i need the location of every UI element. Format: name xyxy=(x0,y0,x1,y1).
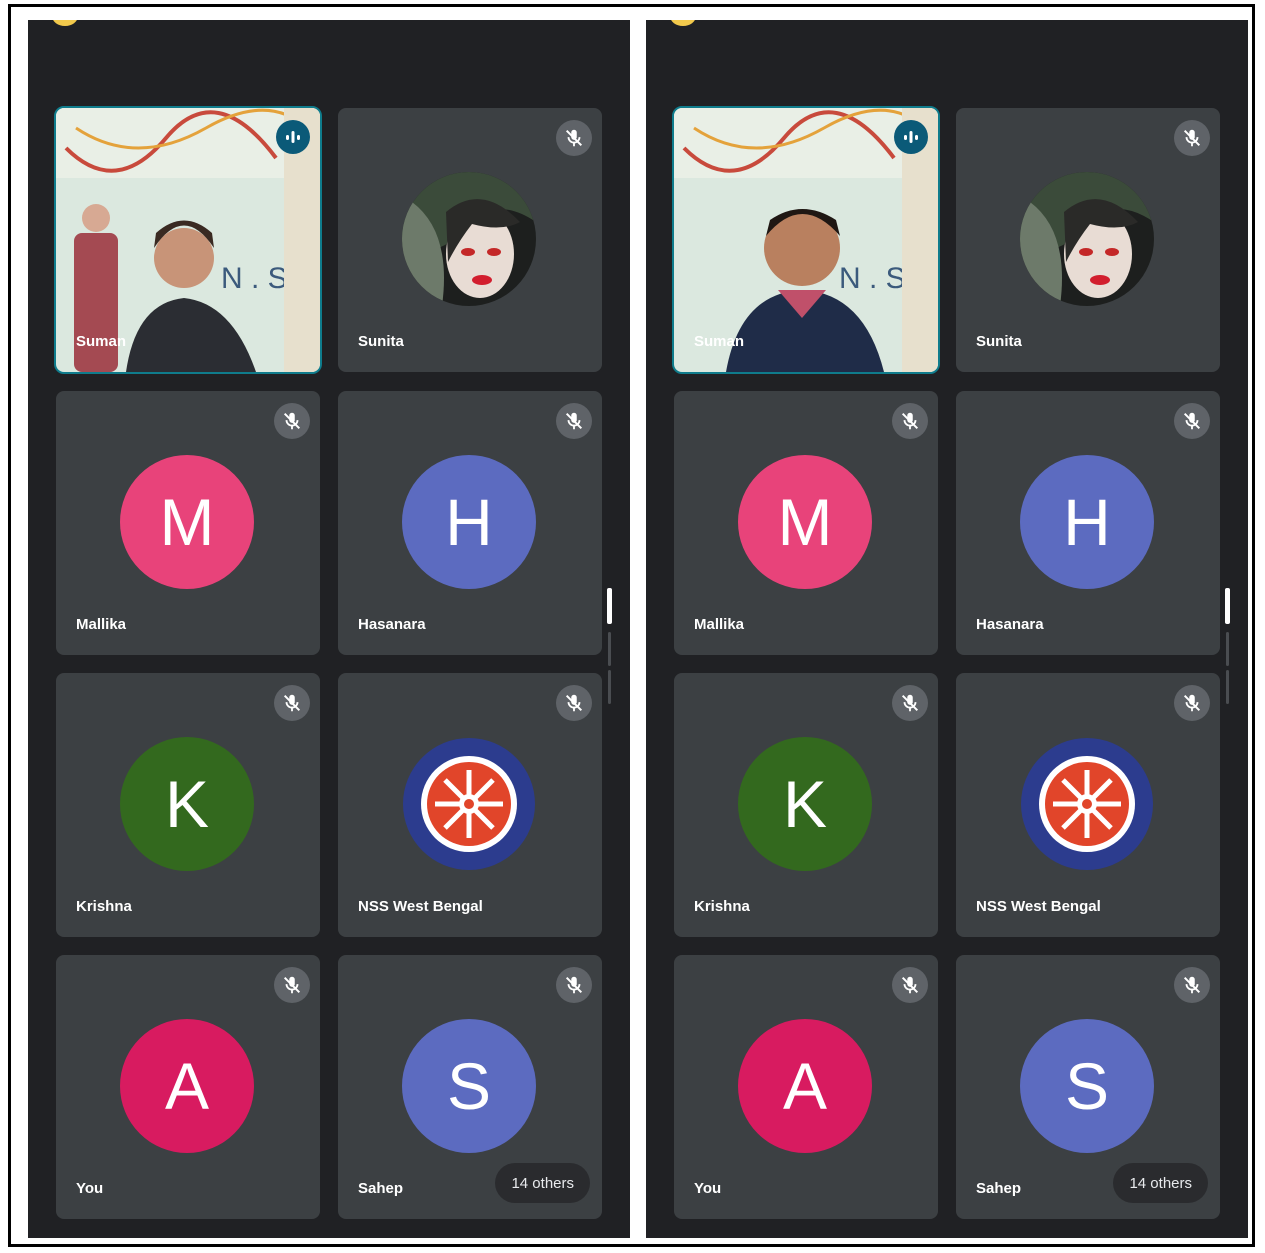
scrollbar-thumb[interactable] xyxy=(607,588,612,624)
avatar: K xyxy=(120,737,254,871)
svg-text:N . S: N . S xyxy=(221,262,288,295)
avatar: H xyxy=(402,455,536,589)
participant-name: Sunita xyxy=(976,333,1022,350)
participant-tile[interactable]: NSS West Bengal xyxy=(956,673,1220,937)
mic-off-icon xyxy=(1174,403,1210,439)
participant-name: NSS West Bengal xyxy=(976,898,1101,915)
avatar: A xyxy=(738,1019,872,1153)
participant-name: Sahep xyxy=(358,1180,404,1197)
participant-tile[interactable]: A You xyxy=(674,955,938,1219)
status-indicator-icon xyxy=(670,20,696,26)
meeting-grid-panel: N . S Suman Sunita M Mallika H Hasanara K Krishn… xyxy=(646,20,1248,1238)
participant-tile[interactable]: M Mallika xyxy=(56,391,320,655)
avatar xyxy=(1020,172,1154,306)
mic-off-icon xyxy=(274,403,310,439)
participant-tile[interactable]: A You xyxy=(56,955,320,1219)
avatar: M xyxy=(738,455,872,589)
participant-name: Sunita xyxy=(358,333,404,350)
nss-logo-avatar xyxy=(402,737,536,871)
mic-off-icon xyxy=(556,685,592,721)
others-button[interactable]: 14 others xyxy=(495,1163,590,1203)
status-indicator-icon xyxy=(52,20,78,26)
nss-logo-avatar xyxy=(1020,737,1154,871)
avatar: S xyxy=(402,1019,536,1153)
participant-name: Krishna xyxy=(76,898,132,915)
scrollbar-track xyxy=(608,670,611,704)
others-button[interactable]: 14 others xyxy=(1113,1163,1208,1203)
participant-tile[interactable]: S Sahep 14 others xyxy=(338,955,602,1219)
scrollbar-track xyxy=(1226,632,1229,666)
avatar: A xyxy=(120,1019,254,1153)
mic-off-icon xyxy=(274,685,310,721)
participant-tile[interactable]: NSS West Bengal xyxy=(338,673,602,937)
mic-off-icon xyxy=(1174,685,1210,721)
avatar: M xyxy=(120,455,254,589)
mic-off-icon xyxy=(892,967,928,1003)
mic-off-icon xyxy=(556,120,592,156)
mic-off-icon xyxy=(1174,120,1210,156)
avatar: S xyxy=(1020,1019,1154,1153)
participant-tile[interactable]: M Mallika xyxy=(674,391,938,655)
avatar: K xyxy=(738,737,872,871)
scrollbar-track xyxy=(1226,670,1229,704)
participant-tile[interactable]: Sunita xyxy=(956,108,1220,372)
participant-name: Mallika xyxy=(694,616,745,633)
participant-name: Krishna xyxy=(694,898,750,915)
participant-name: NSS West Bengal xyxy=(358,898,483,915)
participant-name: Suman xyxy=(76,333,127,350)
participant-tile[interactable]: K Krishna xyxy=(56,673,320,937)
avatar: H xyxy=(1020,455,1154,589)
audio-wave-icon xyxy=(894,120,928,154)
participant-tile[interactable]: Sunita xyxy=(338,108,602,372)
mic-off-icon xyxy=(556,403,592,439)
participant-name: You xyxy=(76,1180,104,1197)
participant-tile[interactable]: K Krishna xyxy=(674,673,938,937)
svg-text:N . S: N . S xyxy=(839,262,906,295)
participant-name: Sahep xyxy=(976,1180,1022,1197)
participant-name: Suman xyxy=(694,333,745,350)
participant-tile[interactable]: N . S Suman xyxy=(672,106,940,374)
mic-off-icon xyxy=(1174,967,1210,1003)
participant-name: Mallika xyxy=(76,616,127,633)
mic-off-icon xyxy=(892,403,928,439)
participant-tile[interactable]: H Hasanara xyxy=(956,391,1220,655)
meeting-grid-panel: N . S Suman Sunita M Mallika H Hasanara K Krishn… xyxy=(28,20,630,1238)
avatar xyxy=(402,172,536,306)
participant-tile[interactable]: S Sahep 14 others xyxy=(956,955,1220,1219)
mic-off-icon xyxy=(274,967,310,1003)
participant-tile[interactable]: N . S Suman xyxy=(54,106,322,374)
audio-wave-icon xyxy=(276,120,310,154)
participant-name: You xyxy=(694,1180,722,1197)
mic-off-icon xyxy=(556,967,592,1003)
scrollbar-thumb[interactable] xyxy=(1225,588,1230,624)
participant-tile[interactable]: H Hasanara xyxy=(338,391,602,655)
scrollbar-track xyxy=(608,632,611,666)
mic-off-icon xyxy=(892,685,928,721)
participant-name: Hasanara xyxy=(976,616,1044,633)
participant-name: Hasanara xyxy=(358,616,426,633)
